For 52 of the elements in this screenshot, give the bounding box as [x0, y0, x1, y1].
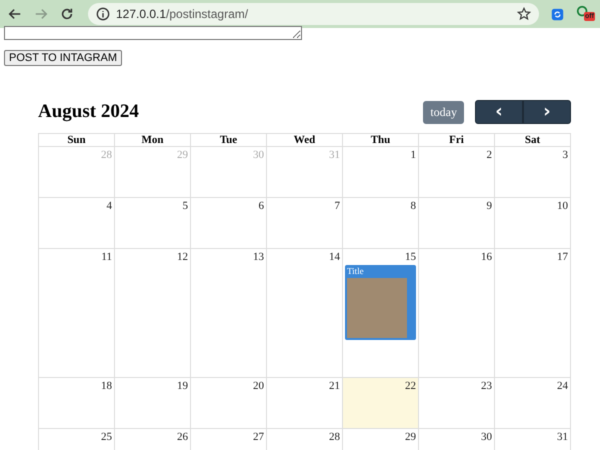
day-number[interactable]: 24	[557, 380, 568, 392]
day-number[interactable]: 1	[410, 149, 416, 161]
day-number[interactable]: 17	[557, 251, 568, 263]
day-number[interactable]: 21	[329, 380, 340, 392]
day-number[interactable]: 30	[481, 431, 492, 443]
day-number[interactable]: 9	[486, 200, 492, 212]
weekday-header: Sun	[39, 134, 115, 147]
next-button[interactable]: ›	[523, 100, 571, 124]
day-number[interactable]: 23	[481, 380, 492, 392]
weekday-header: Wed	[267, 134, 343, 147]
day-number[interactable]: 10	[557, 200, 568, 212]
reload-icon[interactable]	[60, 7, 74, 21]
day-number[interactable]: 4	[106, 200, 112, 212]
day-number[interactable]: 26	[177, 431, 188, 443]
day-number[interactable]: 27	[253, 431, 264, 443]
weekday-header: Thu	[343, 134, 419, 147]
day-number[interactable]: 19	[177, 380, 188, 392]
day-number[interactable]: 16	[481, 251, 492, 263]
calendar-event[interactable]: Title	[345, 265, 416, 340]
day-number[interactable]: 12	[177, 251, 188, 263]
address-bar[interactable]: 127.0.0.1/postinstagram/	[88, 3, 539, 25]
day-number[interactable]: 5	[182, 200, 188, 212]
weekday-header: Tue	[191, 134, 267, 147]
bookmark-star-icon[interactable]	[517, 7, 531, 21]
day-number[interactable]: 2	[486, 149, 492, 161]
day-number[interactable]: 20	[253, 380, 264, 392]
day-number[interactable]: 22	[405, 380, 416, 392]
day-number[interactable]: 31	[557, 431, 568, 443]
day-number[interactable]: 25	[101, 431, 112, 443]
calendar-title: August 2024	[38, 101, 140, 123]
day-number[interactable]: 3	[562, 149, 568, 161]
weekday-header: Fri	[419, 134, 495, 147]
day-number[interactable]: 8	[410, 200, 416, 212]
info-icon[interactable]	[96, 7, 110, 21]
day-number[interactable]: 14	[329, 251, 340, 263]
day-number[interactable]: 11	[101, 251, 112, 263]
day-number[interactable]: 28	[329, 431, 340, 443]
caption-textarea[interactable]	[4, 26, 302, 40]
day-number[interactable]: 13	[253, 251, 264, 263]
event-title: Title	[347, 266, 365, 276]
previous-button[interactable]: ‹	[475, 100, 523, 124]
back-arrow-icon[interactable]	[8, 7, 22, 21]
weekday-header: Sat	[495, 134, 571, 147]
day-number[interactable]: 6	[258, 200, 264, 212]
day-number[interactable]: 7	[334, 200, 340, 212]
url-text: 127.0.0.1/postinstagram/	[116, 7, 250, 21]
post-button[interactable]: POST TO INTAGRAM	[4, 50, 122, 66]
day-number[interactable]: 18	[101, 380, 112, 392]
photo-placeholder	[347, 278, 407, 338]
day-number[interactable]: 29	[405, 431, 416, 443]
weekday-header: Mon	[115, 134, 191, 147]
day-number[interactable]: 15	[405, 251, 416, 263]
